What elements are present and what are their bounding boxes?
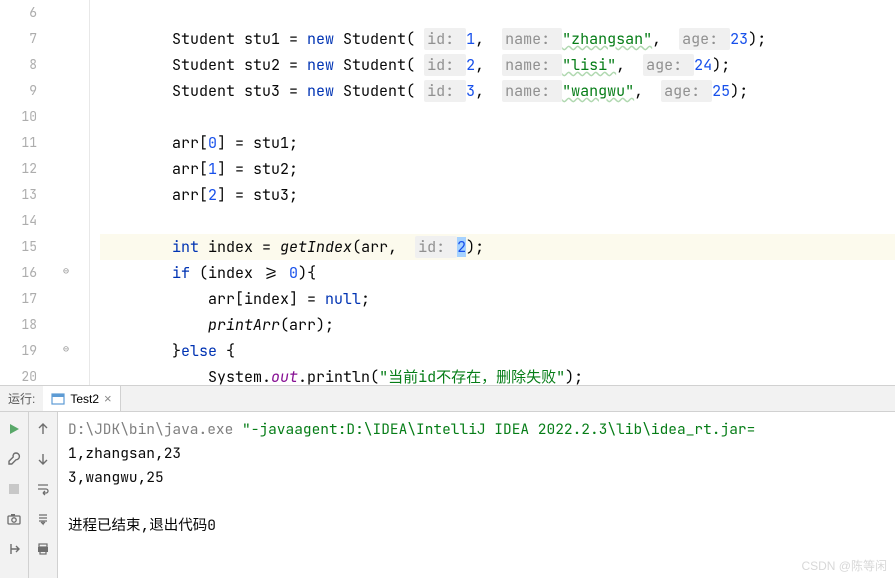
rerun-icon[interactable]	[5, 420, 23, 438]
code-line[interactable]: arr[index] = null;	[100, 286, 895, 312]
fold-icon[interactable]: ⊖	[63, 342, 75, 354]
code-line[interactable]	[100, 0, 895, 26]
run-panel: 运行: Test2 ×	[0, 386, 895, 578]
line-number: 6	[0, 0, 37, 26]
down-arrow-icon[interactable]	[34, 450, 52, 468]
camera-icon[interactable]	[5, 510, 23, 528]
code-line[interactable]: Student stu2 = new Student( id: 2, name:…	[100, 52, 895, 78]
line-number: 11	[0, 130, 37, 156]
line-number: 19	[0, 338, 37, 364]
console-line: D:\JDK\bin\java.exe "-javaagent:D:\IDEA\…	[68, 418, 885, 442]
line-number: 15	[0, 234, 37, 260]
fold-icon[interactable]: ⊖	[63, 264, 75, 276]
code-line[interactable]	[100, 208, 895, 234]
watermark: CSDN @陈等闲	[801, 557, 887, 574]
line-number: 17	[0, 286, 37, 312]
line-number: 8	[0, 52, 37, 78]
line-number: 13	[0, 182, 37, 208]
print-icon[interactable]	[34, 540, 52, 558]
console-line	[68, 490, 885, 514]
code-line[interactable]: Student stu1 = new Student( id: 1, name:…	[100, 26, 895, 52]
code-line[interactable]: }else {	[100, 338, 895, 364]
run-header: 运行: Test2 ×	[0, 386, 895, 412]
scroll-to-end-icon[interactable]	[34, 510, 52, 528]
application-icon	[51, 392, 65, 406]
code-line[interactable]: if (index >= 0){	[100, 260, 895, 286]
code-line[interactable]: Student stu3 = new Student( id: 3, name:…	[100, 78, 895, 104]
wrench-icon[interactable]	[5, 450, 23, 468]
line-number: 12	[0, 156, 37, 182]
line-number: 14	[0, 208, 37, 234]
line-number: 18	[0, 312, 37, 338]
run-body: D:\JDK\bin\java.exe "-javaagent:D:\IDEA\…	[0, 412, 895, 578]
fold-gutter: ⊖ ⊖	[55, 0, 90, 385]
code-editor[interactable]: 67891011121314151617181920 ⊖ ⊖ Student s…	[0, 0, 895, 385]
close-icon[interactable]: ×	[104, 391, 112, 406]
code-line[interactable]: arr[0] = stu1;	[100, 130, 895, 156]
line-number-gutter: 67891011121314151617181920	[0, 0, 55, 385]
line-number: 7	[0, 26, 37, 52]
run-label: 运行:	[0, 390, 43, 407]
exit-icon[interactable]	[5, 540, 23, 558]
console-line: 3,wangwu,25	[68, 466, 885, 490]
stop-icon[interactable]	[5, 480, 23, 498]
console-line: 进程已结束,退出代码0	[68, 514, 885, 538]
up-arrow-icon[interactable]	[34, 420, 52, 438]
run-tab[interactable]: Test2 ×	[43, 386, 120, 411]
code-line[interactable]: arr[1] = stu2;	[100, 156, 895, 182]
code-line[interactable]: int index = getIndex(arr, id: 2);	[100, 234, 895, 260]
line-number: 16	[0, 260, 37, 286]
code-line[interactable]: printArr(arr);	[100, 312, 895, 338]
code-line[interactable]: arr[2] = stu3;	[100, 182, 895, 208]
line-number: 10	[0, 104, 37, 130]
run-toolbar-left	[0, 412, 29, 578]
run-tab-label: Test2	[70, 392, 99, 406]
soft-wrap-icon[interactable]	[34, 480, 52, 498]
run-toolbar-right	[29, 412, 58, 578]
line-number: 9	[0, 78, 37, 104]
code-area[interactable]: Student stu1 = new Student( id: 1, name:…	[90, 0, 895, 385]
code-line[interactable]	[100, 104, 895, 130]
console-output[interactable]: D:\JDK\bin\java.exe "-javaagent:D:\IDEA\…	[58, 412, 895, 578]
console-line: 1,zhangsan,23	[68, 442, 885, 466]
